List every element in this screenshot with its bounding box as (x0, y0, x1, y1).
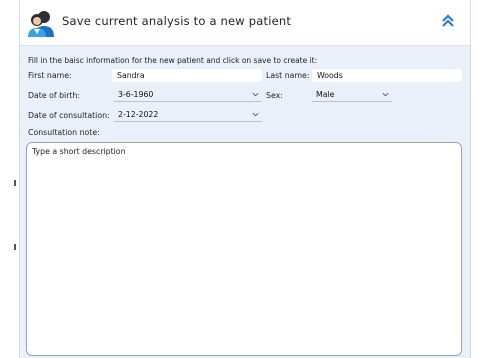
panel-header: Save current analysis to a new patient (20, 0, 470, 46)
consultation-note-textarea[interactable]: Type a short description (26, 142, 462, 356)
consultation-note-label: Consultation note: (28, 128, 100, 137)
edge-marker (14, 180, 16, 186)
consultation-note-placeholder: Type a short description (32, 147, 126, 156)
date-of-birth-dropdown[interactable]: 3-6-1960 (114, 89, 262, 102)
last-name-label: Last name: (266, 71, 310, 80)
form-instructions: Fill in the baisc information for the ne… (28, 56, 318, 65)
patient-group-icon (28, 11, 54, 37)
first-name-field[interactable]: Sandra (112, 69, 262, 82)
first-name-label: First name: (28, 71, 72, 80)
chevron-down-icon (382, 92, 389, 97)
date-of-consultation-value: 2-12-2022 (118, 110, 159, 119)
date-of-consultation-label: Date of consultation: (28, 111, 110, 120)
sex-value: Male (316, 90, 335, 99)
chevron-down-icon (252, 92, 259, 97)
sex-label: Sex: (266, 91, 283, 100)
edge-marker (14, 244, 16, 250)
double-chevron-up-icon[interactable] (440, 13, 456, 29)
last-name-field[interactable]: Woods (312, 69, 462, 82)
left-edge-strip (0, 0, 18, 358)
date-of-birth-label: Date of birth: (28, 91, 81, 100)
date-of-birth-value: 3-6-1960 (118, 90, 154, 99)
panel-title: Save current analysis to a new patient (62, 14, 292, 28)
chevron-down-icon (252, 112, 259, 117)
save-patient-panel: Save current analysis to a new patient F… (19, 0, 471, 358)
date-of-consultation-dropdown[interactable]: 2-12-2022 (114, 109, 262, 122)
sex-dropdown[interactable]: Male (312, 89, 392, 102)
